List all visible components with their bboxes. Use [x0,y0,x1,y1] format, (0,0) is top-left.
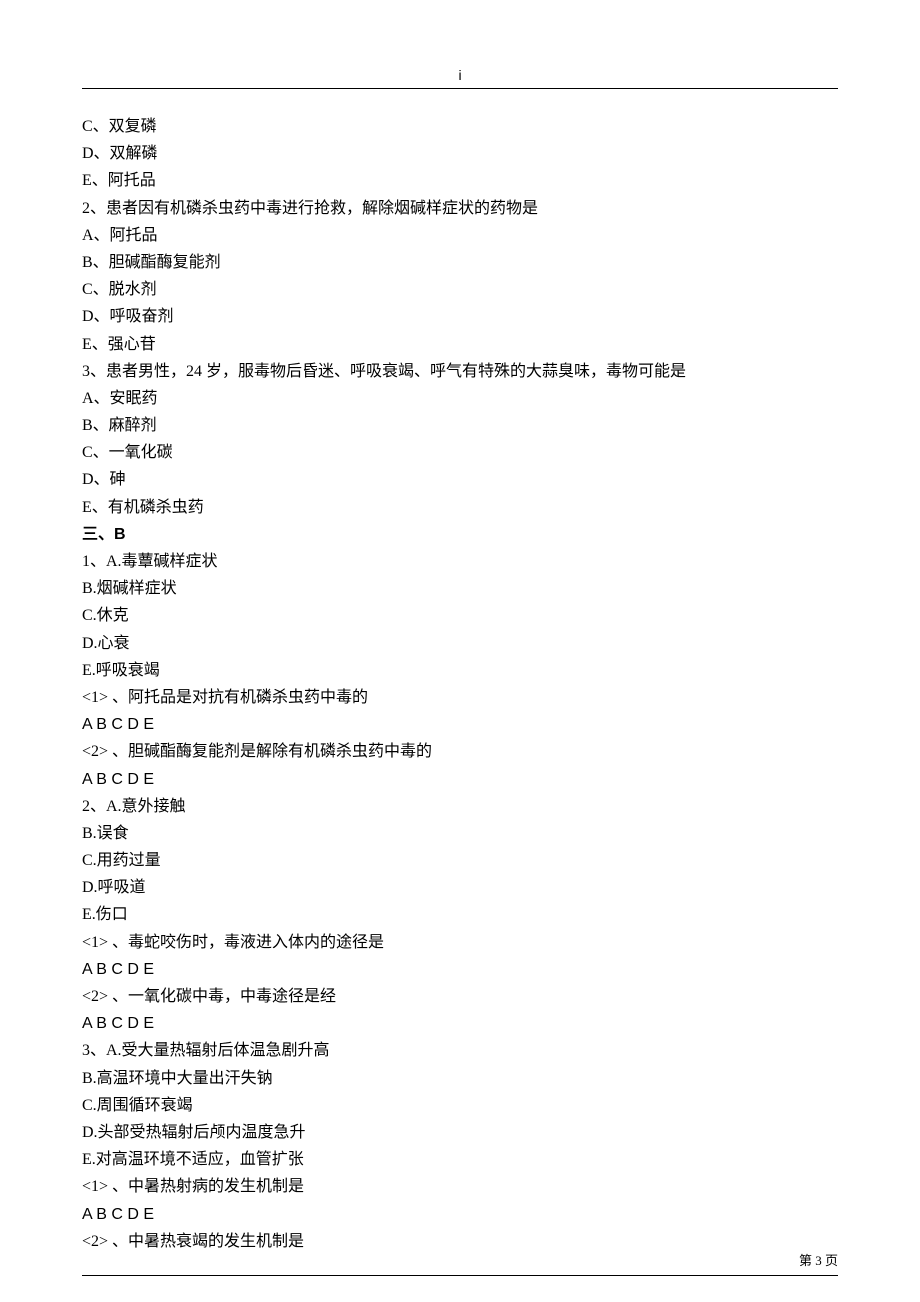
text-line: D.头部受热辐射后颅内温度急升 [82,1119,838,1146]
text-line: D.呼吸道 [82,874,838,901]
text-line: D、双解磷 [82,140,838,167]
text-line: 3、患者男性，24 岁，服毒物后昏迷、呼吸衰竭、呼气有特殊的大蒜臭味，毒物可能是 [82,358,838,385]
text-line: C、双复磷 [82,113,838,140]
document-page: i C、双复磷D、双解磷E、阿托品2、患者因有机磷杀虫药中毒进行抢救，解除烟碱样… [0,0,920,1302]
text-line: A、安眠药 [82,385,838,412]
text-line: A B C D E [82,1010,838,1037]
text-line: A B C D E [82,766,838,793]
text-line: C、一氧化碳 [82,439,838,466]
text-line: D.心衰 [82,630,838,657]
document-body: C、双复磷D、双解磷E、阿托品2、患者因有机磷杀虫药中毒进行抢救，解除烟碱样症状… [82,113,838,1255]
text-line: B.高温环境中大量出汗失钠 [82,1065,838,1092]
text-line: A、阿托品 [82,222,838,249]
text-line: E、有机磷杀虫药 [82,494,838,521]
text-line: B、胆碱酯酶复能剂 [82,249,838,276]
text-line: E、强心苷 [82,331,838,358]
text-line: B.误食 [82,820,838,847]
text-line: D、呼吸奋剂 [82,303,838,330]
page-number: 第 3 页 [799,1250,838,1272]
text-line: <1> 、阿托品是对抗有机磷杀虫药中毒的 [82,684,838,711]
text-line: 3、A.受大量热辐射后体温急剧升高 [82,1037,838,1064]
text-line: 2、患者因有机磷杀虫药中毒进行抢救，解除烟碱样症状的药物是 [82,195,838,222]
text-line: 1、A.毒蕈碱样症状 [82,548,838,575]
text-line: D、砷 [82,466,838,493]
text-line: C.休克 [82,602,838,629]
page-footer-rule [82,1275,838,1276]
page-header-rule: i [82,64,838,89]
text-line: C、脱水剂 [82,276,838,303]
text-line: 2、A.意外接触 [82,793,838,820]
text-line: E.呼吸衰竭 [82,657,838,684]
text-line: A B C D E [82,711,838,738]
text-line: A B C D E [82,956,838,983]
text-line: A B C D E [82,1201,838,1228]
text-line: B.烟碱样症状 [82,575,838,602]
text-line: C.周围循环衰竭 [82,1092,838,1119]
text-line: <1> 、毒蛇咬伤时，毒液进入体内的途径是 [82,929,838,956]
text-line: <2> 、胆碱酯酶复能剂是解除有机磷杀虫药中毒的 [82,738,838,765]
text-line: C.用药过量 [82,847,838,874]
text-line: <2> 、中暑热衰竭的发生机制是 [82,1228,838,1255]
header-marker: i [458,67,461,83]
text-line: <1> 、中暑热射病的发生机制是 [82,1173,838,1200]
text-line: E.对高温环境不适应，血管扩张 [82,1146,838,1173]
text-line: 三、B [82,521,838,548]
text-line: E、阿托品 [82,167,838,194]
text-line: <2> 、一氧化碳中毒，中毒途径是经 [82,983,838,1010]
text-line: B、麻醉剂 [82,412,838,439]
text-line: E.伤口 [82,901,838,928]
